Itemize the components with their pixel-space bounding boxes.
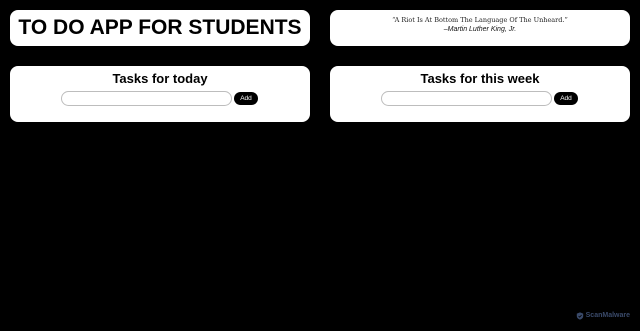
today-tasks-heading: Tasks for today: [112, 71, 208, 86]
week-tasks-heading: Tasks for this week: [420, 71, 540, 86]
today-add-button[interactable]: Add: [234, 92, 258, 105]
quote-text: “A Riot Is At Bottom The Language Of The…: [392, 16, 568, 24]
week-task-input[interactable]: [381, 91, 552, 106]
week-add-button[interactable]: Add: [554, 92, 578, 105]
quote-card: “A Riot Is At Bottom The Language Of The…: [330, 10, 630, 46]
today-task-input[interactable]: [61, 91, 232, 106]
title-card: TO DO APP FOR STUDENTS: [10, 10, 310, 46]
week-tasks-card: Tasks for this week Add: [330, 66, 630, 122]
today-tasks-card: Tasks for today Add: [10, 66, 310, 122]
app-title: TO DO APP FOR STUDENTS: [18, 16, 302, 39]
watermark-text: ScanMalware: [585, 312, 630, 319]
shield-logo-icon: [576, 312, 583, 320]
quote-author: –Martin Luther King, Jr.: [443, 26, 517, 33]
scanmalware-watermark: ScanMalware: [576, 311, 630, 321]
